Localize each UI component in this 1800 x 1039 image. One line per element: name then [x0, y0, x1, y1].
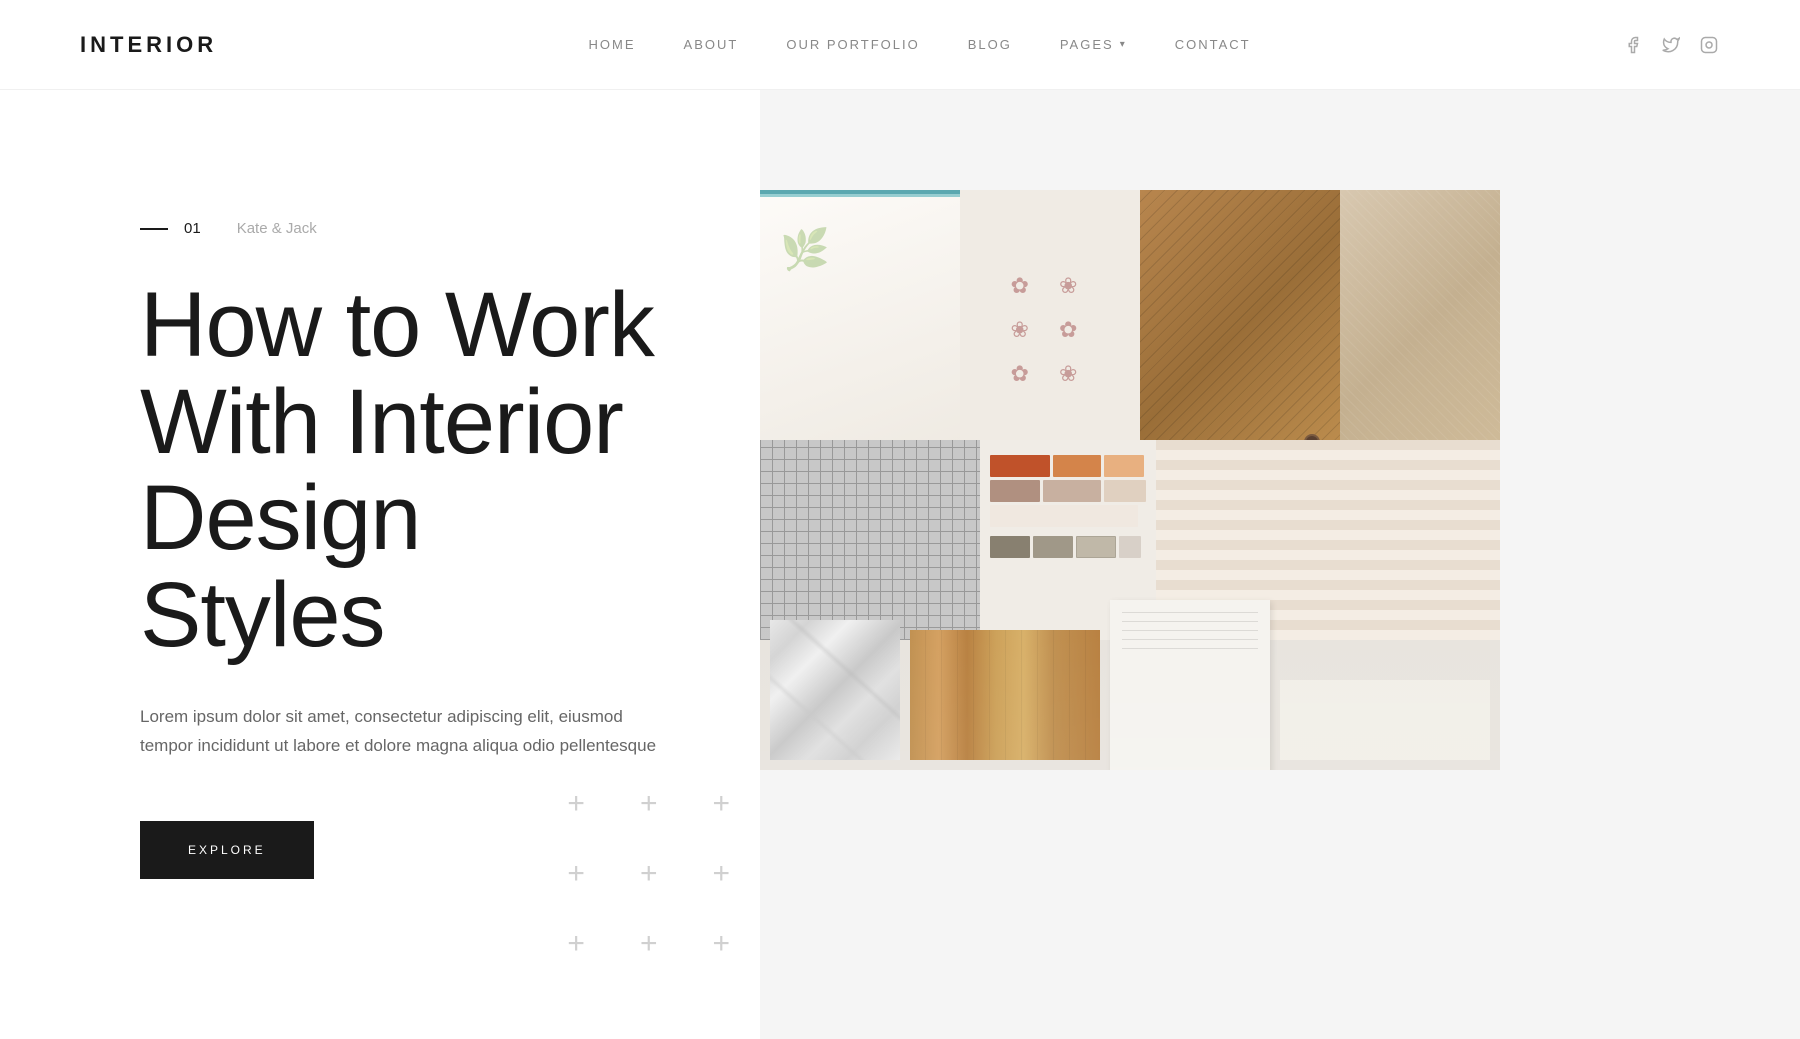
hero-heading-line2: With Interior	[140, 371, 623, 473]
slide-indicator: 01 Kate & Jack	[140, 220, 680, 237]
header: INTERIOR HOME ABOUT OUR PORTFOLIO BLOG P…	[0, 0, 1800, 90]
plus-icon: +	[640, 789, 658, 819]
hero-heading: How to Work With Interior Design Styles	[140, 277, 680, 663]
main-nav: HOME ABOUT OUR PORTFOLIO BLOG PAGES ▾ CO…	[589, 37, 1251, 52]
instagram-icon[interactable]	[1698, 34, 1720, 56]
hero-right-panel: 🌿 ✿ ❀ ❀ ✿ ✿ ❀	[760, 90, 1800, 1039]
mood-board-image: 🌿 ✿ ❀ ❀ ✿ ✿ ❀	[760, 190, 1500, 770]
social-icons	[1622, 34, 1720, 56]
plus-icon: +	[567, 789, 585, 819]
notebook	[1110, 600, 1270, 770]
hero-left-panel: 01 Kate & Jack How to Work With Interior…	[0, 90, 760, 1039]
white-fabric: 🌿	[760, 190, 960, 470]
nav-portfolio[interactable]: OUR PORTFOLIO	[786, 37, 919, 52]
hero-heading-line1: How to Work	[140, 274, 654, 376]
material-bottom-row	[760, 590, 1500, 770]
hero-heading-line3: Design Styles	[140, 467, 420, 666]
twitter-icon[interactable]	[1660, 34, 1682, 56]
hero-description: Lorem ipsum dolor sit amet, consectetur …	[140, 703, 660, 761]
chevron-down-icon: ▾	[1120, 39, 1127, 50]
plus-icon: +	[712, 929, 730, 959]
plus-icon: +	[712, 789, 730, 819]
nav-blog[interactable]: BLOG	[968, 37, 1012, 52]
wood-slab	[910, 630, 1100, 760]
decor-plus-grid: + + + + + + + + +	[567, 789, 730, 959]
plus-icon: +	[640, 929, 658, 959]
plus-icon: +	[567, 859, 585, 889]
white-space	[1280, 680, 1490, 760]
slide-number: 01	[184, 220, 201, 237]
facebook-icon[interactable]	[1622, 34, 1644, 56]
brown-fabric	[1140, 190, 1340, 470]
plus-icon: +	[712, 859, 730, 889]
nav-about[interactable]: ABOUT	[684, 37, 739, 52]
plus-icon: +	[567, 929, 585, 959]
explore-button[interactable]: EXPLORE	[140, 821, 314, 879]
nav-home[interactable]: HOME	[589, 37, 636, 52]
hero-image: 🌿 ✿ ❀ ❀ ✿ ✿ ❀	[760, 190, 1500, 770]
slide-dash	[140, 228, 168, 230]
logo[interactable]: INTERIOR	[80, 32, 217, 58]
fabric-top-row: 🌿 ✿ ❀ ❀ ✿ ✿ ❀	[760, 190, 1500, 470]
main-content: 01 Kate & Jack How to Work With Interior…	[0, 90, 1800, 1039]
slide-author: Kate & Jack	[237, 220, 317, 237]
plus-icon: +	[640, 859, 658, 889]
floral-fabric: ✿ ❀ ❀ ✿ ✿ ❀	[960, 190, 1140, 470]
nav-pages[interactable]: PAGES ▾	[1060, 37, 1127, 52]
nav-contact[interactable]: CONTACT	[1175, 37, 1251, 52]
marble-slab	[770, 620, 900, 760]
tan-fabric	[1340, 190, 1500, 470]
